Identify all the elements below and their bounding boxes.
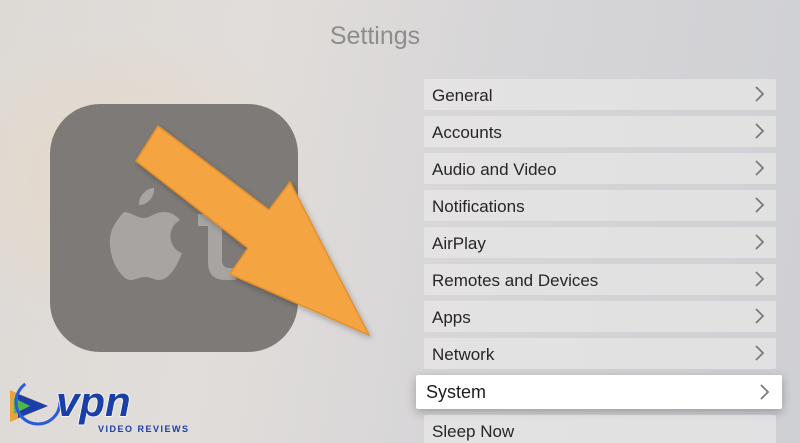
chevron-right-icon <box>755 234 765 250</box>
menu-item-label: Remotes and Devices <box>432 271 599 290</box>
chevron-right-icon <box>755 197 765 213</box>
menu-item-label: General <box>432 86 493 105</box>
menu-item-airplay[interactable]: AirPlay <box>424 227 776 258</box>
menu-item-label: Apps <box>432 308 471 327</box>
page-title: Settings <box>329 22 421 50</box>
logo-play-icon <box>10 378 62 426</box>
chevron-right-icon <box>755 345 765 361</box>
menu-item-audio-and-video[interactable]: Audio and Video <box>424 153 776 184</box>
vpn-video-reviews-logo: vpn VIDEO REVIEWS <box>8 372 208 440</box>
chevron-right-icon <box>755 86 765 102</box>
menu-item-system[interactable]: System <box>416 375 782 409</box>
chevron-right-icon <box>760 384 770 400</box>
menu-item-label: System <box>426 382 487 402</box>
chevron-right-icon <box>755 123 765 139</box>
menu-item-remotes-and-devices[interactable]: Remotes and Devices <box>424 264 776 295</box>
menu-item-accounts[interactable]: Accounts <box>424 116 776 147</box>
menu-item-sleep-now[interactable]: Sleep Now <box>424 415 776 443</box>
logo-text: vpn <box>56 378 131 425</box>
menu-item-label: AirPlay <box>432 234 486 253</box>
chevron-right-icon <box>755 271 765 287</box>
menu-item-label: Audio and Video <box>432 160 557 179</box>
menu-item-label: Network <box>432 345 495 364</box>
menu-item-label: Accounts <box>432 123 502 142</box>
menu-item-network[interactable]: Network <box>424 338 776 369</box>
menu-item-label: Sleep Now <box>432 422 515 441</box>
chevron-right-icon <box>755 308 765 324</box>
menu-item-apps[interactable]: Apps <box>424 301 776 332</box>
menu-item-notifications[interactable]: Notifications <box>424 190 776 221</box>
menu-item-general[interactable]: General <box>424 79 776 110</box>
chevron-right-icon <box>755 160 765 176</box>
apple-tv-icon <box>50 104 298 352</box>
logo-tagline: VIDEO REVIEWS <box>98 424 190 434</box>
menu-item-label: Notifications <box>432 197 525 216</box>
